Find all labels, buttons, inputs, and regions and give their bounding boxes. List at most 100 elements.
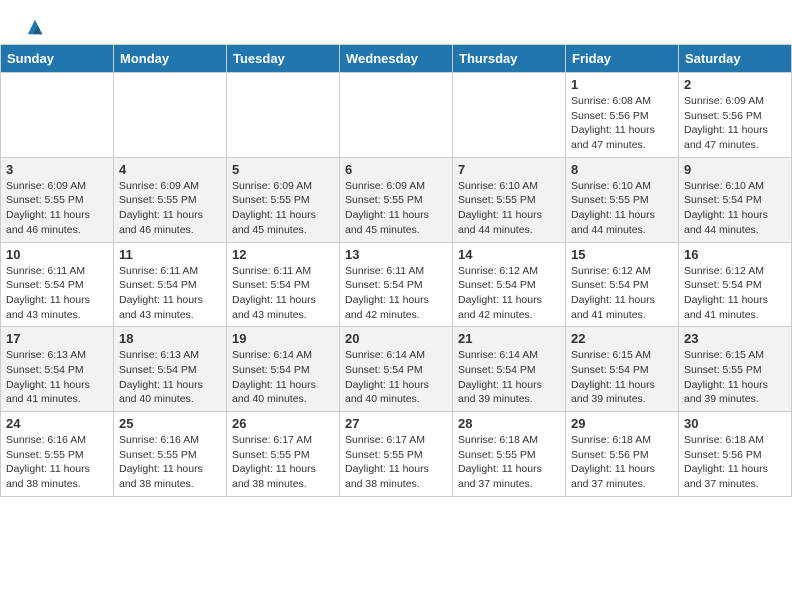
weekday-header-friday: Friday <box>566 45 679 73</box>
calendar-cell: 25 Sunrise: 6:16 AM Sunset: 5:55 PM Dayli… <box>114 412 227 497</box>
calendar-cell <box>453 73 566 158</box>
day-info: Sunrise: 6:13 AM Sunset: 5:54 PM Dayligh… <box>6 348 108 407</box>
day-number: 9 <box>684 162 786 177</box>
calendar-cell: 15 Sunrise: 6:12 AM Sunset: 5:54 PM Dayli… <box>566 242 679 327</box>
day-info: Sunrise: 6:16 AM Sunset: 5:55 PM Dayligh… <box>6 433 108 492</box>
calendar-cell: 2Sunrise: 6:09 AM Sunset: 5:56 PM Daylig… <box>679 73 792 158</box>
calendar-cell: 7 Sunrise: 6:10 AM Sunset: 5:55 PM Daylig… <box>453 157 566 242</box>
day-info: Sunrise: 6:12 AM Sunset: 5:54 PM Dayligh… <box>458 264 560 323</box>
day-number: 29 <box>571 416 673 431</box>
day-number: 22 <box>571 331 673 346</box>
day-number: 10 <box>6 247 108 262</box>
day-number: 12 <box>232 247 334 262</box>
calendar-cell <box>1 73 114 158</box>
calendar-cell: 22 Sunrise: 6:15 AM Sunset: 5:54 PM Dayli… <box>566 327 679 412</box>
day-info: Sunrise: 6:10 AM Sunset: 5:55 PM Dayligh… <box>458 179 560 238</box>
day-info: Sunrise: 6:11 AM Sunset: 5:54 PM Dayligh… <box>345 264 447 323</box>
logo-icon <box>26 18 44 36</box>
day-info: Sunrise: 6:12 AM Sunset: 5:54 PM Dayligh… <box>684 264 786 323</box>
day-info: Sunrise: 6:18 AM Sunset: 5:55 PM Dayligh… <box>458 433 560 492</box>
calendar-cell: 5 Sunrise: 6:09 AM Sunset: 5:55 PM Daylig… <box>227 157 340 242</box>
day-number: 24 <box>6 416 108 431</box>
weekday-header-thursday: Thursday <box>453 45 566 73</box>
day-info: Sunrise: 6:11 AM Sunset: 5:54 PM Dayligh… <box>6 264 108 323</box>
calendar-week-row: 3 Sunrise: 6:09 AM Sunset: 5:55 PM Daylig… <box>1 157 792 242</box>
calendar-cell <box>227 73 340 158</box>
day-info: Sunrise: 6:17 AM Sunset: 5:55 PM Dayligh… <box>232 433 334 492</box>
day-info: Sunrise: 6:10 AM Sunset: 5:55 PM Dayligh… <box>571 179 673 238</box>
day-number: 16 <box>684 247 786 262</box>
calendar-cell: 19 Sunrise: 6:14 AM Sunset: 5:54 PM Dayli… <box>227 327 340 412</box>
calendar-cell: 30 Sunrise: 6:18 AM Sunset: 5:56 PM Dayli… <box>679 412 792 497</box>
day-info: Sunrise: 6:08 AM Sunset: 5:56 PM Dayligh… <box>571 94 673 153</box>
day-number: 15 <box>571 247 673 262</box>
day-number: 14 <box>458 247 560 262</box>
calendar-cell: 23 Sunrise: 6:15 AM Sunset: 5:55 PM Dayli… <box>679 327 792 412</box>
day-number: 11 <box>119 247 221 262</box>
day-info: Sunrise: 6:18 AM Sunset: 5:56 PM Dayligh… <box>684 433 786 492</box>
logo <box>24 18 44 36</box>
day-info: Sunrise: 6:18 AM Sunset: 5:56 PM Dayligh… <box>571 433 673 492</box>
day-info: Sunrise: 6:11 AM Sunset: 5:54 PM Dayligh… <box>232 264 334 323</box>
page-header <box>0 0 792 44</box>
day-number: 18 <box>119 331 221 346</box>
day-info: Sunrise: 6:09 AM Sunset: 5:55 PM Dayligh… <box>6 179 108 238</box>
day-number: 20 <box>345 331 447 346</box>
day-number: 13 <box>345 247 447 262</box>
calendar-cell: 16 Sunrise: 6:12 AM Sunset: 5:54 PM Dayli… <box>679 242 792 327</box>
weekday-header-row: SundayMondayTuesdayWednesdayThursdayFrid… <box>1 45 792 73</box>
day-info: Sunrise: 6:15 AM Sunset: 5:55 PM Dayligh… <box>684 348 786 407</box>
calendar-cell: 14 Sunrise: 6:12 AM Sunset: 5:54 PM Dayli… <box>453 242 566 327</box>
day-number: 30 <box>684 416 786 431</box>
day-info: Sunrise: 6:12 AM Sunset: 5:54 PM Dayligh… <box>571 264 673 323</box>
day-number: 27 <box>345 416 447 431</box>
weekday-header-saturday: Saturday <box>679 45 792 73</box>
calendar-cell: 12 Sunrise: 6:11 AM Sunset: 5:54 PM Dayli… <box>227 242 340 327</box>
day-info: Sunrise: 6:10 AM Sunset: 5:54 PM Dayligh… <box>684 179 786 238</box>
calendar-cell: 21 Sunrise: 6:14 AM Sunset: 5:54 PM Dayli… <box>453 327 566 412</box>
calendar-table: SundayMondayTuesdayWednesdayThursdayFrid… <box>0 44 792 497</box>
calendar-cell: 24 Sunrise: 6:16 AM Sunset: 5:55 PM Dayli… <box>1 412 114 497</box>
day-number: 21 <box>458 331 560 346</box>
day-number: 3 <box>6 162 108 177</box>
day-number: 6 <box>345 162 447 177</box>
day-number: 5 <box>232 162 334 177</box>
day-info: Sunrise: 6:17 AM Sunset: 5:55 PM Dayligh… <box>345 433 447 492</box>
calendar-cell: 26 Sunrise: 6:17 AM Sunset: 5:55 PM Dayli… <box>227 412 340 497</box>
calendar-week-row: 1 Sunrise: 6:08 AM Sunset: 5:56 PM Daylig… <box>1 73 792 158</box>
day-info: Sunrise: 6:09 AM Sunset: 5:55 PM Dayligh… <box>345 179 447 238</box>
calendar-cell: 20Sunrise: 6:14 AM Sunset: 5:54 PM Dayli… <box>340 327 453 412</box>
day-number: 17 <box>6 331 108 346</box>
day-number: 8 <box>571 162 673 177</box>
day-number: 19 <box>232 331 334 346</box>
calendar-cell: 10 Sunrise: 6:11 AM Sunset: 5:54 PM Dayli… <box>1 242 114 327</box>
calendar-cell: 11 Sunrise: 6:11 AM Sunset: 5:54 PM Dayli… <box>114 242 227 327</box>
weekday-header-sunday: Sunday <box>1 45 114 73</box>
calendar-cell: 18 Sunrise: 6:13 AM Sunset: 5:54 PM Dayli… <box>114 327 227 412</box>
calendar-cell: 28 Sunrise: 6:18 AM Sunset: 5:55 PM Dayli… <box>453 412 566 497</box>
day-number: 25 <box>119 416 221 431</box>
day-info: Sunrise: 6:15 AM Sunset: 5:54 PM Dayligh… <box>571 348 673 407</box>
day-number: 23 <box>684 331 786 346</box>
day-info: Sunrise: 6:09 AM Sunset: 5:56 PM Dayligh… <box>684 94 786 153</box>
calendar-cell: 3 Sunrise: 6:09 AM Sunset: 5:55 PM Daylig… <box>1 157 114 242</box>
weekday-header-tuesday: Tuesday <box>227 45 340 73</box>
day-info: Sunrise: 6:09 AM Sunset: 5:55 PM Dayligh… <box>232 179 334 238</box>
day-info: Sunrise: 6:09 AM Sunset: 5:55 PM Dayligh… <box>119 179 221 238</box>
day-info: Sunrise: 6:14 AM Sunset: 5:54 PM Dayligh… <box>232 348 334 407</box>
calendar-week-row: 17 Sunrise: 6:13 AM Sunset: 5:54 PM Dayli… <box>1 327 792 412</box>
day-info: Sunrise: 6:13 AM Sunset: 5:54 PM Dayligh… <box>119 348 221 407</box>
weekday-header-monday: Monday <box>114 45 227 73</box>
calendar-cell: 27 Sunrise: 6:17 AM Sunset: 5:55 PM Dayli… <box>340 412 453 497</box>
day-number: 4 <box>119 162 221 177</box>
day-number: 28 <box>458 416 560 431</box>
calendar-week-row: 24 Sunrise: 6:16 AM Sunset: 5:55 PM Dayli… <box>1 412 792 497</box>
day-info: Sunrise: 6:14 AM Sunset: 5:54 PM Dayligh… <box>458 348 560 407</box>
calendar-week-row: 10 Sunrise: 6:11 AM Sunset: 5:54 PM Dayli… <box>1 242 792 327</box>
day-info: Sunrise: 6:16 AM Sunset: 5:55 PM Dayligh… <box>119 433 221 492</box>
day-info: Sunrise: 6:11 AM Sunset: 5:54 PM Dayligh… <box>119 264 221 323</box>
day-number: 7 <box>458 162 560 177</box>
day-number: 1 <box>571 77 673 92</box>
weekday-header-wednesday: Wednesday <box>340 45 453 73</box>
day-number: 26 <box>232 416 334 431</box>
